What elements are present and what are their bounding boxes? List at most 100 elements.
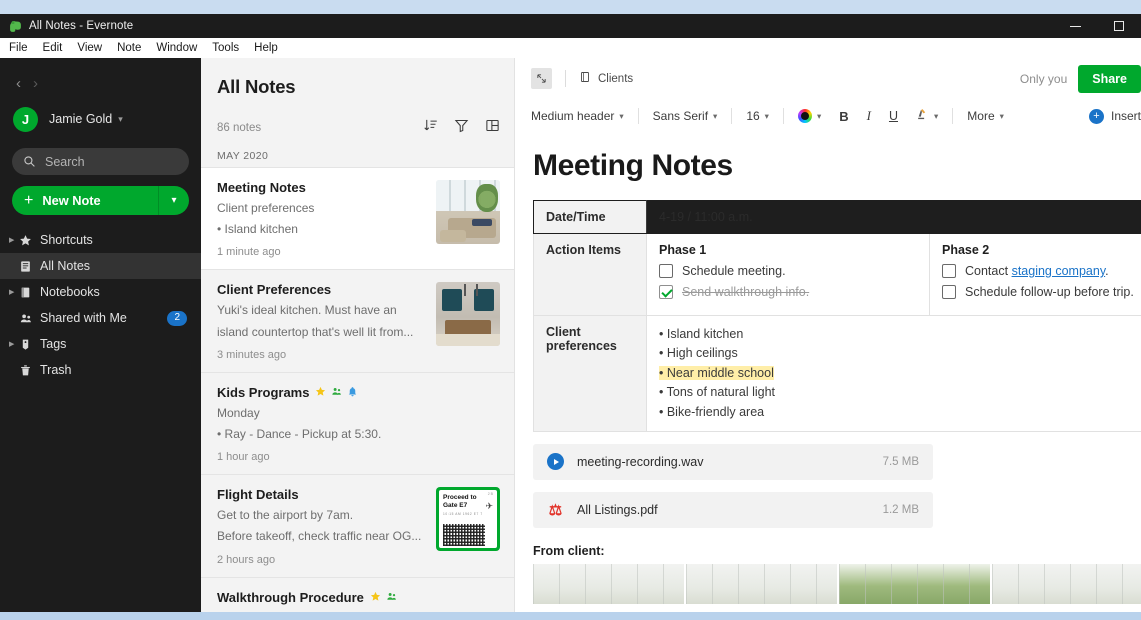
new-note-dropdown[interactable]: ▾ [158, 186, 189, 215]
menu-tools[interactable]: Tools [212, 42, 247, 54]
checklist-label: Contact staging company. [965, 264, 1109, 278]
more-formatting-dropdown[interactable]: More ▾ [958, 109, 1013, 123]
desktop-background: All Notes - Evernote File Edit View Note… [0, 0, 1141, 620]
font-family-dropdown[interactable]: Sans Serif ▾ [644, 109, 727, 123]
paragraph-style-dropdown[interactable]: Medium header ▾ [531, 109, 633, 123]
sidebar-item-trash[interactable]: Trash [0, 357, 201, 383]
notebook-icon [19, 286, 40, 299]
notebook-chip[interactable]: Clients [579, 71, 633, 86]
note-count: 86 notes [217, 122, 262, 134]
bold-button[interactable]: B [830, 109, 857, 124]
account-switcher[interactable]: J Jamie Gold ▾ [0, 94, 201, 136]
note-content[interactable]: Meeting Notes Date/Time 4-19 / 11:00 a.m… [515, 133, 1141, 612]
nav-arrows: ‹ › [0, 68, 201, 94]
view-layout-icon[interactable] [485, 118, 500, 138]
checkbox-unchecked[interactable] [659, 264, 673, 278]
client-prefs-label-line1: Client [546, 325, 581, 339]
underline-button[interactable]: U [880, 109, 907, 123]
note-preview-line-1: Yuki's ideal kitchen. Must have an [217, 303, 397, 318]
sidebar-item-all-notes[interactable]: All Notes [0, 253, 201, 279]
note-preview-line-2: • Island kitchen [217, 222, 298, 237]
highlighter-icon [916, 108, 929, 124]
star-icon [370, 590, 381, 605]
expand-triangle-icon[interactable]: ▶ [9, 340, 19, 348]
font-size-dropdown[interactable]: 16 ▾ [737, 109, 778, 123]
search-input[interactable]: Search [12, 148, 189, 175]
divider [637, 108, 639, 124]
preference-item: • Tons of natural light [659, 383, 1141, 402]
pdf-icon: ⚖ [548, 501, 563, 519]
highlighter-button[interactable]: ▾ [907, 108, 947, 124]
menu-window[interactable]: Window [156, 42, 205, 54]
checklist-label: Send walkthrough info. [682, 285, 810, 299]
list-item[interactable]: Client Preferences Yuki's ideal kitchen.… [201, 270, 514, 373]
note-text-block: Walkthrough Procedure [217, 590, 500, 613]
list-item[interactable]: Meeting Notes Client preferences • Islan… [201, 167, 514, 271]
checklist-item[interactable]: Contact staging company. [942, 264, 1141, 278]
sort-icon[interactable] [423, 118, 438, 138]
list-item[interactable]: Flight Details Get to the airport by 7am… [201, 475, 514, 578]
notes-icon [19, 260, 40, 273]
attachment-pdf[interactable]: ⚖ All Listings.pdf 1.2 MB [533, 491, 933, 528]
checklist-item[interactable]: Schedule meeting. [659, 264, 917, 278]
filter-icon[interactable] [454, 118, 469, 138]
table-row-datetime: Date/Time 4-19 / 11:00 a.m. [533, 200, 1141, 234]
staging-company-link[interactable]: staging company [1012, 264, 1106, 278]
expand-note-icon[interactable] [531, 68, 552, 89]
list-item[interactable]: Walkthrough Procedure [201, 578, 514, 613]
note-timestamp: 1 minute ago [217, 246, 281, 259]
share-button[interactable]: Share [1078, 64, 1141, 93]
insert-group[interactable]: + Insert [1088, 108, 1141, 124]
minimize-button[interactable] [1053, 14, 1097, 38]
italic-button[interactable]: I [858, 108, 880, 124]
back-icon[interactable]: ‹ [16, 76, 21, 91]
checkbox-checked[interactable] [659, 285, 673, 299]
list-item[interactable]: Kids Programs Monday • Ray - Dance - Pic… [201, 373, 514, 476]
chevron-down-icon: ▾ [619, 110, 624, 121]
table-key-action-items: Action Items [533, 233, 647, 316]
menu-view[interactable]: View [77, 42, 110, 54]
table-row-client-preferences: Client preferences • Island kitchen • Hi… [533, 315, 1141, 432]
expand-triangle-icon[interactable]: ▶ [9, 288, 19, 296]
client-photo[interactable] [533, 563, 684, 604]
table-key-datetime: Date/Time [533, 200, 647, 234]
checklist-item[interactable]: Send walkthrough info. [659, 285, 917, 299]
maximize-button[interactable] [1097, 14, 1141, 38]
expand-triangle-icon[interactable]: ▶ [9, 236, 19, 244]
account-name: Jamie Gold [49, 112, 113, 126]
menu-file[interactable]: File [9, 42, 36, 54]
audio-play-icon[interactable] [547, 453, 564, 471]
note-list-section-header: MAY 2020 [217, 150, 269, 162]
table-row-action-items: Action Items Phase 1 Schedule meeting. S… [533, 233, 1141, 316]
client-photo[interactable] [686, 563, 837, 604]
checklist-item[interactable]: Schedule follow-up before trip. [942, 285, 1141, 299]
checkbox-unchecked[interactable] [942, 285, 956, 299]
menu-help[interactable]: Help [254, 42, 286, 54]
new-note-button[interactable]: + New Note ▾ [12, 186, 189, 215]
divider [782, 108, 784, 124]
menu-note[interactable]: Note [117, 42, 149, 54]
menu-edit[interactable]: Edit [43, 42, 71, 54]
note-text-block: Client Preferences Yuki's ideal kitchen.… [217, 282, 436, 360]
sidebar-item-shared-with-me[interactable]: Shared with Me 2 [0, 305, 201, 331]
note-list-title: All Notes [217, 76, 296, 97]
phase-1-title: Phase 1 [659, 243, 707, 257]
client-photo-strip[interactable] [533, 563, 1141, 604]
note-title: Meeting Notes [217, 180, 428, 195]
sidebar-item-tags[interactable]: ▶ Tags [0, 331, 201, 357]
note-list-subbar: 86 notes [201, 98, 514, 138]
sidebar-item-shortcuts[interactable]: ▶ Shortcuts [0, 227, 201, 253]
note-preview-line-2: • Ray - Dance - Pickup at 5:30. [217, 426, 382, 441]
attachment-audio[interactable]: meeting-recording.wav 7.5 MB [533, 443, 933, 480]
client-photo[interactable] [839, 563, 990, 604]
new-note-main[interactable]: + New Note [12, 186, 158, 215]
forward-icon[interactable]: › [33, 76, 38, 91]
reminder-bell-icon [347, 385, 358, 400]
checkbox-unchecked[interactable] [942, 264, 956, 278]
text-color-picker[interactable]: ▾ [789, 109, 830, 123]
client-photo[interactable] [992, 563, 1141, 604]
note-title-text: Meeting Notes [217, 180, 306, 195]
note-thumbnail-kitchen [436, 282, 500, 347]
sidebar-label-all-notes: All Notes [40, 259, 91, 273]
sidebar-item-notebooks[interactable]: ▶ Notebooks [0, 279, 201, 305]
